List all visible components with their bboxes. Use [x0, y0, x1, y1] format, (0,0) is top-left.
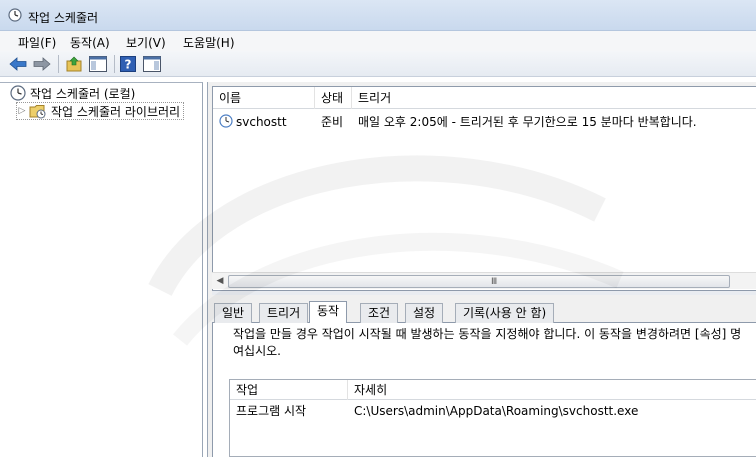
clock-icon	[8, 8, 22, 22]
tab-conditions[interactable]: 조건	[360, 303, 399, 323]
tab-triggers[interactable]: 트리거	[259, 303, 309, 323]
column-header-detail[interactable]: 자세히	[348, 380, 756, 400]
help-icon[interactable]: ?	[118, 54, 138, 74]
folder-up-icon[interactable]	[64, 54, 84, 74]
action-detail: C:\Users\admin\AppData\Roaming\svchostt.…	[354, 404, 639, 418]
task-icon	[219, 113, 233, 131]
column-header-name[interactable]: 이름	[213, 87, 315, 109]
menu-file[interactable]: 파일(F)	[12, 33, 62, 52]
svg-text:?: ?	[125, 58, 132, 72]
scroll-thumb[interactable]: Ⅲ	[228, 275, 730, 288]
tree-item-label: 작업 스케줄러 (로컬)	[30, 86, 136, 101]
tree-item-library[interactable]: ▷ 작업 스케줄러 라이브러리	[16, 102, 185, 120]
details-tabs: 일반 트리거 동작 조건 설정 기록(사용 안 함)	[212, 301, 756, 324]
main-pane: 이름 상태 트리거 svchostt 준비 매일 오후 2:05에 - 트리거된…	[207, 82, 756, 457]
title-bar: 작업 스케줄러	[0, 0, 756, 31]
task-list: 이름 상태 트리거 svchostt 준비 매일 오후 2:05에 - 트리거된…	[212, 86, 756, 291]
scroll-left-icon[interactable]: ◀	[214, 275, 226, 287]
menu-bar: 파일(F) 동작(A) 보기(V) 도움말(H)	[0, 31, 756, 51]
task-name: svchostt	[236, 115, 287, 129]
menu-action[interactable]: 동작(A)	[64, 33, 116, 52]
table-row[interactable]: 프로그램 시작 C:\Users\admin\AppData\Roaming\s…	[230, 402, 756, 420]
description-line: 여십시오.	[233, 344, 281, 358]
toolbar: ?	[0, 51, 756, 77]
window-title: 작업 스케줄러	[28, 11, 99, 25]
show-action-pane-icon[interactable]	[142, 54, 162, 74]
back-arrow-icon[interactable]	[8, 54, 28, 74]
actions-description: 작업을 만들 경우 작업이 시작될 때 발생하는 동작을 지정해야 합니다. 이…	[233, 326, 753, 360]
actions-table-header: 작업 자세히	[230, 380, 756, 400]
column-header-action[interactable]: 작업	[230, 380, 348, 400]
tab-general[interactable]: 일반	[214, 303, 253, 323]
tree-item-label: 작업 스케줄러 라이브러리	[51, 104, 181, 119]
scroll-grip: Ⅲ	[491, 277, 498, 287]
menu-help[interactable]: 도움말(H)	[177, 33, 241, 52]
action-type: 프로그램 시작	[236, 404, 307, 418]
task-trigger: 매일 오후 2:05에 - 트리거된 후 무기한으로 15 분마다 반복합니다.	[358, 115, 697, 129]
description-line: 작업을 만들 경우 작업이 시작될 때 발생하는 동작을 지정해야 합니다. 이…	[233, 327, 742, 341]
tab-settings[interactable]: 설정	[405, 303, 444, 323]
horizontal-scrollbar[interactable]: ◀ Ⅲ	[212, 272, 756, 289]
clock-icon	[10, 85, 26, 101]
task-list-header: 이름 상태 트리거	[213, 87, 756, 109]
menu-view[interactable]: 보기(V)	[120, 33, 172, 52]
tree-item-root[interactable]: 작업 스케줄러 (로컬)	[10, 84, 135, 102]
actions-table: 작업 자세히 프로그램 시작 C:\Users\admin\AppData\Ro…	[229, 379, 756, 457]
column-header-status[interactable]: 상태	[315, 87, 352, 109]
column-header-trigger[interactable]: 트리거	[352, 87, 756, 109]
folder-clock-icon	[29, 105, 46, 119]
tab-content-actions: 작업을 만들 경우 작업이 시작될 때 발생하는 동작을 지정해야 합니다. 이…	[212, 323, 756, 457]
tab-history[interactable]: 기록(사용 안 함)	[455, 303, 555, 323]
task-status: 준비	[321, 115, 344, 129]
console-tree: 작업 스케줄러 (로컬) ▷ 작업 스케줄러 라이브러리	[0, 82, 203, 457]
show-hide-console-tree-icon[interactable]	[88, 54, 108, 74]
expand-arrow-icon[interactable]: ▷	[17, 106, 27, 116]
forward-arrow-icon[interactable]	[32, 54, 52, 74]
tab-actions[interactable]: 동작	[309, 301, 348, 324]
task-details: 일반 트리거 동작 조건 설정 기록(사용 안 함) 작업을 만들 경우 작업이…	[212, 295, 756, 457]
table-row[interactable]: svchostt 준비 매일 오후 2:05에 - 트리거된 후 무기한으로 1…	[213, 113, 756, 131]
